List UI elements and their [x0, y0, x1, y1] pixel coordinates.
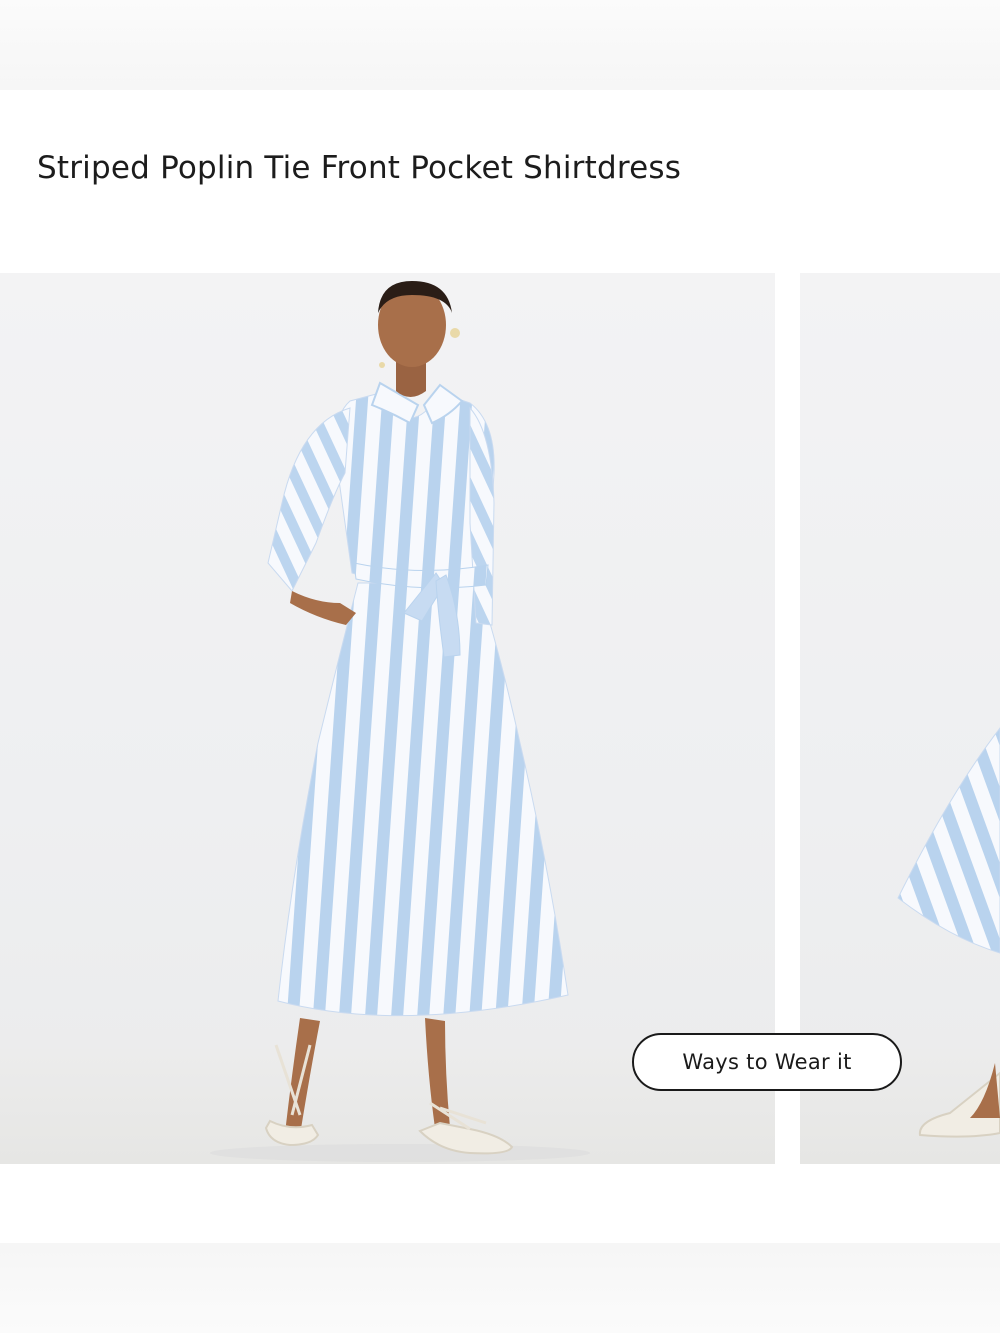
image-carousel[interactable] [0, 273, 1000, 1164]
model-illustration-2 [897, 727, 1000, 1138]
product-image-back[interactable] [800, 273, 1000, 1164]
ways-to-wear-button[interactable]: Ways to Wear it [632, 1033, 902, 1091]
footer-bar [0, 1243, 1000, 1333]
model-illustration [210, 281, 590, 1162]
header-bar [0, 0, 1000, 90]
product-image-front[interactable] [0, 273, 775, 1164]
product-title: Striped Poplin Tie Front Pocket Shirtdre… [37, 150, 682, 186]
product-page: Striped Poplin Tie Front Pocket Shirtdre… [0, 0, 1000, 1333]
